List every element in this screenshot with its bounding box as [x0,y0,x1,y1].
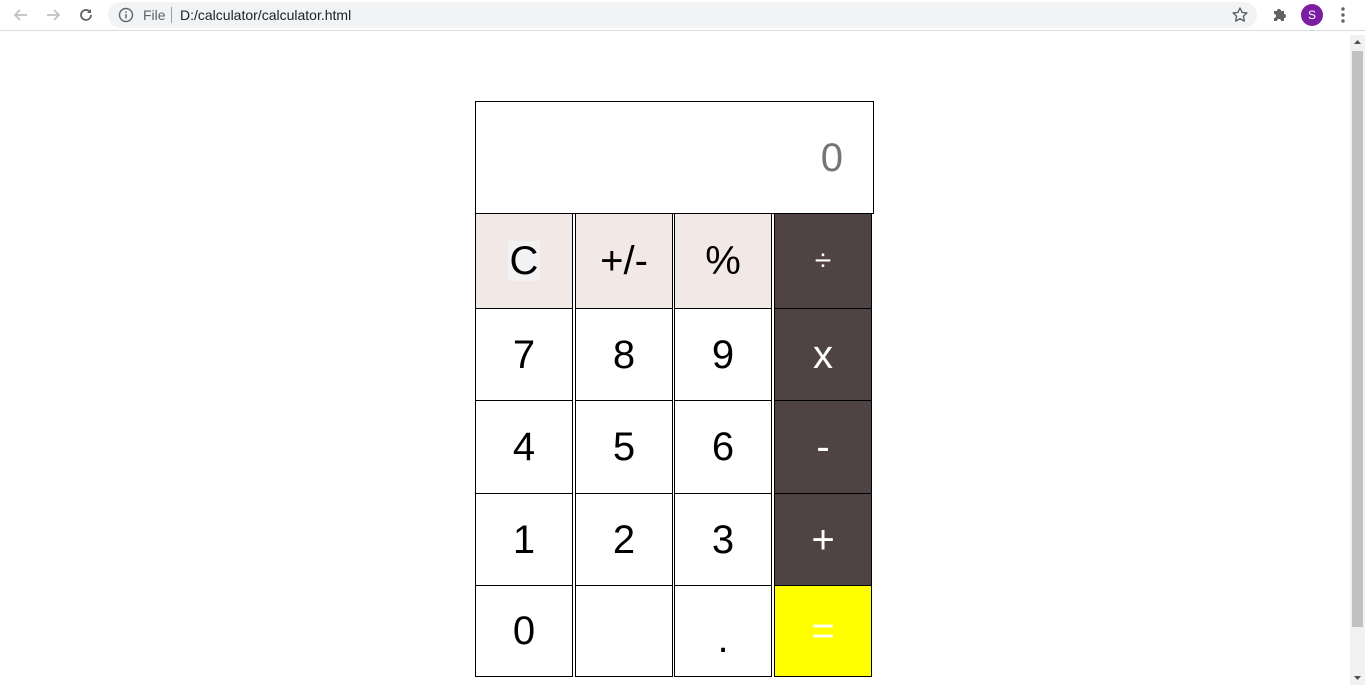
scroll-up-icon[interactable] [1350,35,1365,50]
profile-avatar[interactable]: S [1301,4,1323,26]
digit-4-button[interactable]: 4 [475,400,573,494]
arrow-left-icon [13,9,27,21]
blank-button[interactable] [575,585,673,677]
omnibox-divider [171,7,172,23]
equals-button[interactable]: = [774,585,872,677]
profile-initial: S [1307,8,1316,22]
minus-label: - [816,425,830,469]
digit-0-button[interactable]: 0 [475,585,573,677]
calculator-display: 0 [475,101,874,214]
address-bar[interactable]: File D:/calculator/calculator.html [108,2,1257,28]
info-icon[interactable] [118,7,134,23]
scroll-thumb[interactable] [1352,51,1363,627]
percent-label: % [705,239,741,283]
digit-5-label: 5 [612,425,636,469]
clear-button[interactable]: C [475,213,573,309]
digit-5-button[interactable]: 5 [575,400,673,494]
digit-7-label: 7 [512,332,536,377]
puzzle-icon[interactable] [1270,5,1290,25]
multiply-label: x [813,332,833,377]
digit-3-label: 3 [711,517,735,562]
plus-label: + [811,517,835,562]
multiply-button[interactable]: x [774,308,872,401]
sign-toggle-button[interactable]: +/- [575,213,673,309]
digit-0-label: 0 [512,609,536,653]
display-value: 0 [820,136,843,180]
scroll-down-icon[interactable] [1350,670,1365,685]
digit-6-button[interactable]: 6 [674,400,772,494]
digit-9-button[interactable]: 9 [674,308,772,401]
percent-button[interactable]: % [674,213,772,309]
digit-6-label: 6 [711,425,735,469]
decimal-button[interactable]: . [674,585,772,677]
forward-button[interactable] [41,3,65,27]
decimal-label: . [717,617,729,661]
digit-4-label: 4 [512,425,536,469]
digit-8-button[interactable]: 8 [575,308,673,401]
url-text[interactable]: D:/calculator/calculator.html [180,7,351,23]
calculator: 0 C +/- % ÷ 7 8 9 x 4 5 6 - 1 2 3 + 0 . … [475,101,874,677]
digit-2-button[interactable]: 2 [575,493,673,586]
reload-icon [80,9,92,21]
url-scheme-label: File [143,7,166,23]
divide-label: ÷ [814,244,832,277]
kebab-menu-icon[interactable] [1336,6,1350,24]
page-scrollbar[interactable] [1350,35,1365,685]
digit-7-button[interactable]: 7 [475,308,573,401]
digit-2-label: 2 [612,517,636,562]
equals-label: = [811,609,835,653]
reload-button[interactable] [74,3,98,27]
star-icon[interactable] [1231,6,1249,24]
back-button[interactable] [9,3,33,27]
digit-1-button[interactable]: 1 [475,493,573,586]
sign-toggle-label: +/- [600,239,648,283]
digit-3-button[interactable]: 3 [674,493,772,586]
clear-label: C [507,239,541,283]
plus-button[interactable]: + [774,493,872,586]
divide-button[interactable]: ÷ [774,213,872,309]
digit-1-label: 1 [512,517,536,562]
digit-9-label: 9 [711,332,735,377]
browser-toolbar: File D:/calculator/calculator.html S [0,0,1365,31]
arrow-right-icon [47,9,61,21]
minus-button[interactable]: - [774,400,872,494]
digit-8-label: 8 [612,332,636,377]
